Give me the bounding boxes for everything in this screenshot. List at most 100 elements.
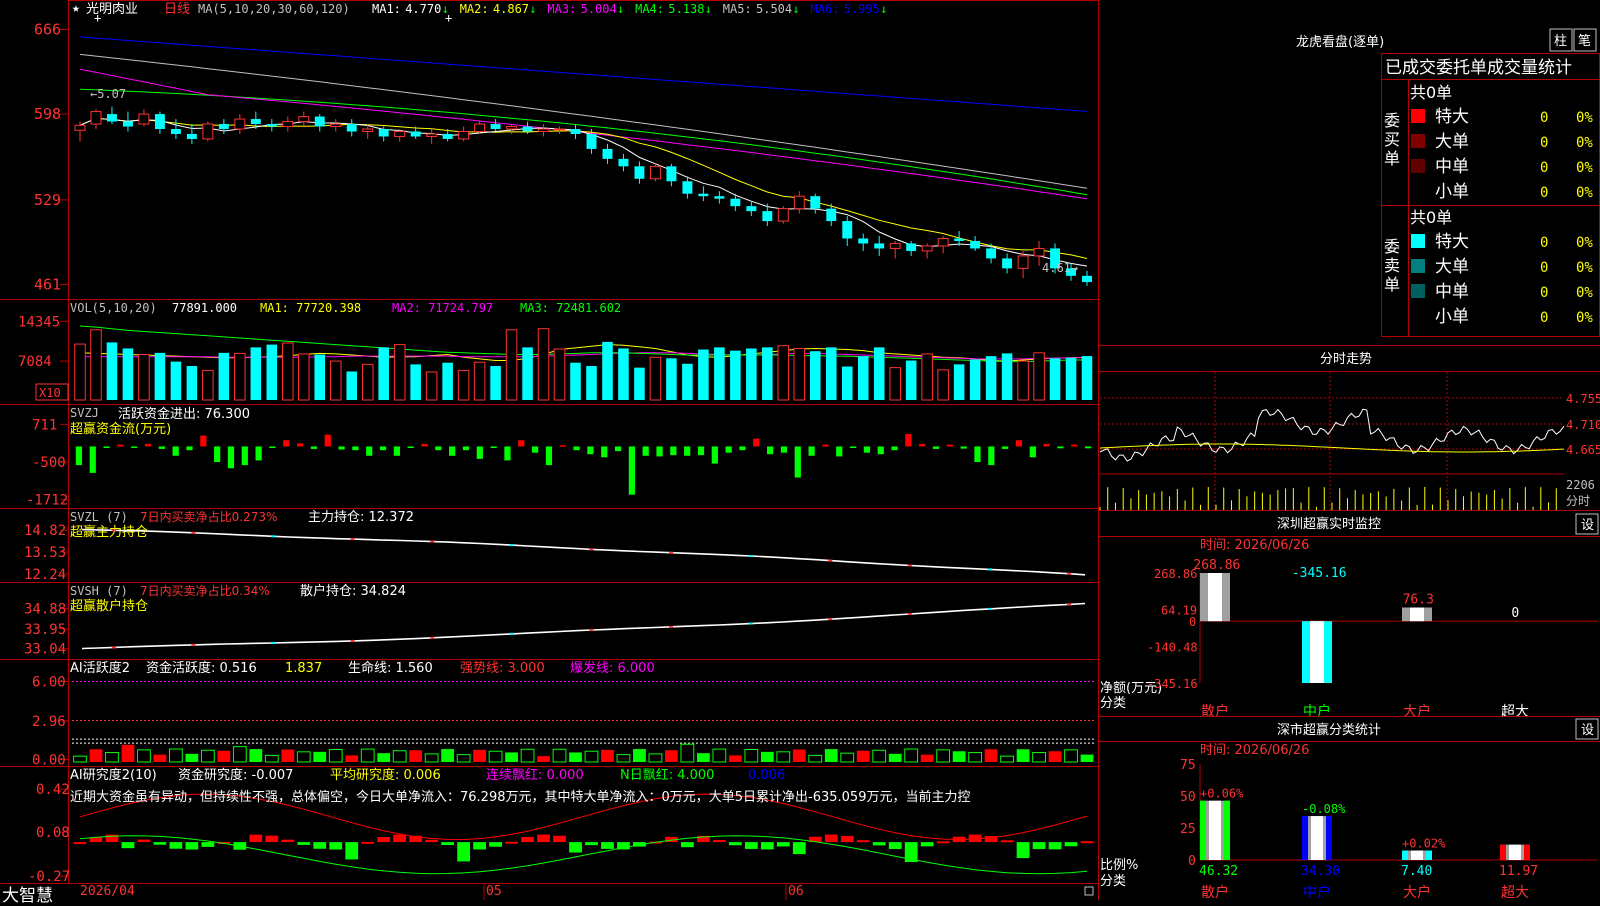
svzj-bar <box>974 446 981 462</box>
monitor-axis-label2: 分类 <box>1100 696 1126 711</box>
svzj-tick-label: 711 <box>32 417 57 433</box>
brand-label: 大智慧 <box>2 886 53 906</box>
aiact-bars <box>73 743 1094 763</box>
svzj-bar <box>241 446 248 466</box>
vol-bar <box>809 351 821 400</box>
candle-body <box>570 129 581 134</box>
row-count: 0 <box>1540 160 1548 176</box>
svzj-bar <box>435 446 442 451</box>
aiact-bar <box>696 753 710 762</box>
stat-bar-edge <box>1302 816 1308 860</box>
ma-legend-label: MA6: <box>811 2 840 16</box>
aiact-bar <box>441 749 455 762</box>
vol-bar <box>698 349 709 400</box>
monitor-ylabel: -140.48 <box>1147 640 1198 654</box>
candle-body <box>986 248 997 259</box>
vol-bar <box>714 347 725 400</box>
stat-value-label: 7.40 <box>1401 864 1432 879</box>
candle-body <box>602 148 613 159</box>
candle-body <box>874 243 885 249</box>
vol-bar <box>889 367 901 401</box>
vol-tick-label: 14345 <box>18 314 60 330</box>
vol-bar <box>841 366 853 400</box>
svzj-bar <box>338 446 345 450</box>
candle-body <box>858 238 869 244</box>
svzj-bar <box>296 443 304 447</box>
aiact-tick-label: 0.00 <box>32 752 66 768</box>
vol-bar <box>202 369 214 401</box>
aiact-bar <box>1032 751 1046 763</box>
svsh-line <box>81 602 1086 650</box>
vol-bar <box>937 369 949 401</box>
lock-icon[interactable] <box>1084 886 1094 896</box>
ma-legend-value: 5.504 <box>756 2 792 16</box>
candle-body <box>346 124 357 132</box>
svzl-marker <box>987 568 992 571</box>
intraday-chart: 4.755 4.710 4.665 2206 分时 <box>1099 372 1600 510</box>
buy-vertical-char: 买 <box>1384 130 1400 149</box>
vol-bar <box>170 361 182 400</box>
stat-ylabel: 0 <box>1188 854 1196 869</box>
aiact-bar <box>744 749 759 763</box>
row-pct: 0% <box>1576 235 1593 251</box>
candle-body <box>538 128 549 132</box>
candle-body <box>682 181 693 194</box>
svzj-bar <box>186 446 193 451</box>
aires-bar <box>712 840 726 843</box>
vol-bar <box>873 347 885 400</box>
aiact-bar <box>552 748 567 763</box>
stat-chart: 75 50 25 0 +0.06% 46.32 散户 -0.08% 34.30 中户 +0.02% 7… <box>1180 758 1598 900</box>
aiact-bar <box>824 749 838 762</box>
aiact-bar <box>505 752 518 762</box>
vol-bar <box>586 366 597 400</box>
aires-t5: 0.006 <box>748 768 785 783</box>
vol-bar <box>314 354 326 400</box>
date-label-06: 06 <box>788 884 804 899</box>
vol-axis: 14345 7084 <box>18 314 68 370</box>
monitor-value-label: 0 <box>1511 606 1519 621</box>
aires-bar <box>1032 842 1046 850</box>
candle-body <box>266 124 277 127</box>
svzj-bar <box>462 446 470 451</box>
candle-body <box>698 193 709 197</box>
candle-body <box>634 166 645 179</box>
ma-legend-label: MA1: <box>372 2 401 16</box>
sell-total: 共0单 <box>1410 208 1452 227</box>
svzj-panel: SVZJ 活跃资金进出: 76.300 超赢资金流(万元) 711 -500 -17… <box>26 406 1092 509</box>
ma-legend-arrow: ↓ <box>617 2 624 16</box>
svzl-marker <box>589 548 594 551</box>
svzj-bar <box>310 446 318 449</box>
aires-bar <box>377 837 391 843</box>
svzj-bar <box>407 446 414 448</box>
row-name: 特大 <box>1435 107 1469 127</box>
period-label[interactable]: 日线 <box>164 2 190 17</box>
svzj-tick-label: -500 <box>32 455 66 471</box>
stats-title: 已成交委托单成交量统计 <box>1385 58 1572 78</box>
svzj-bar <box>642 446 649 456</box>
vol-bar <box>393 344 406 401</box>
row-color-swatch <box>1411 109 1425 123</box>
row-color-swatch <box>1411 184 1425 198</box>
plus-marker-2: + <box>445 11 452 25</box>
vol-bar <box>602 341 613 400</box>
vol-bar <box>570 362 581 400</box>
candle-body <box>490 124 501 130</box>
svzl-line <box>81 528 1086 576</box>
ma-legend-value: 5.004 <box>581 2 617 16</box>
candle-body <box>394 130 406 137</box>
stat-bar-edge <box>1200 800 1206 860</box>
vol-bar <box>154 352 166 400</box>
monitor-bar-highlight <box>1410 607 1424 622</box>
vol-bar <box>122 348 134 400</box>
stat-change-label: -0.08% <box>1302 802 1346 816</box>
aiact-bar <box>984 749 998 762</box>
vol-bar <box>138 353 150 401</box>
vol-bar <box>649 356 662 401</box>
stat-bar-highlight <box>1509 844 1521 860</box>
svzj-bar <box>214 446 221 462</box>
svzl-marker <box>430 540 435 543</box>
row-color-swatch <box>1411 159 1425 173</box>
star-icon: ★ <box>72 1 80 16</box>
intraday-vol-unit: 分时 <box>1566 494 1590 508</box>
row-name: 小单 <box>1435 182 1469 202</box>
